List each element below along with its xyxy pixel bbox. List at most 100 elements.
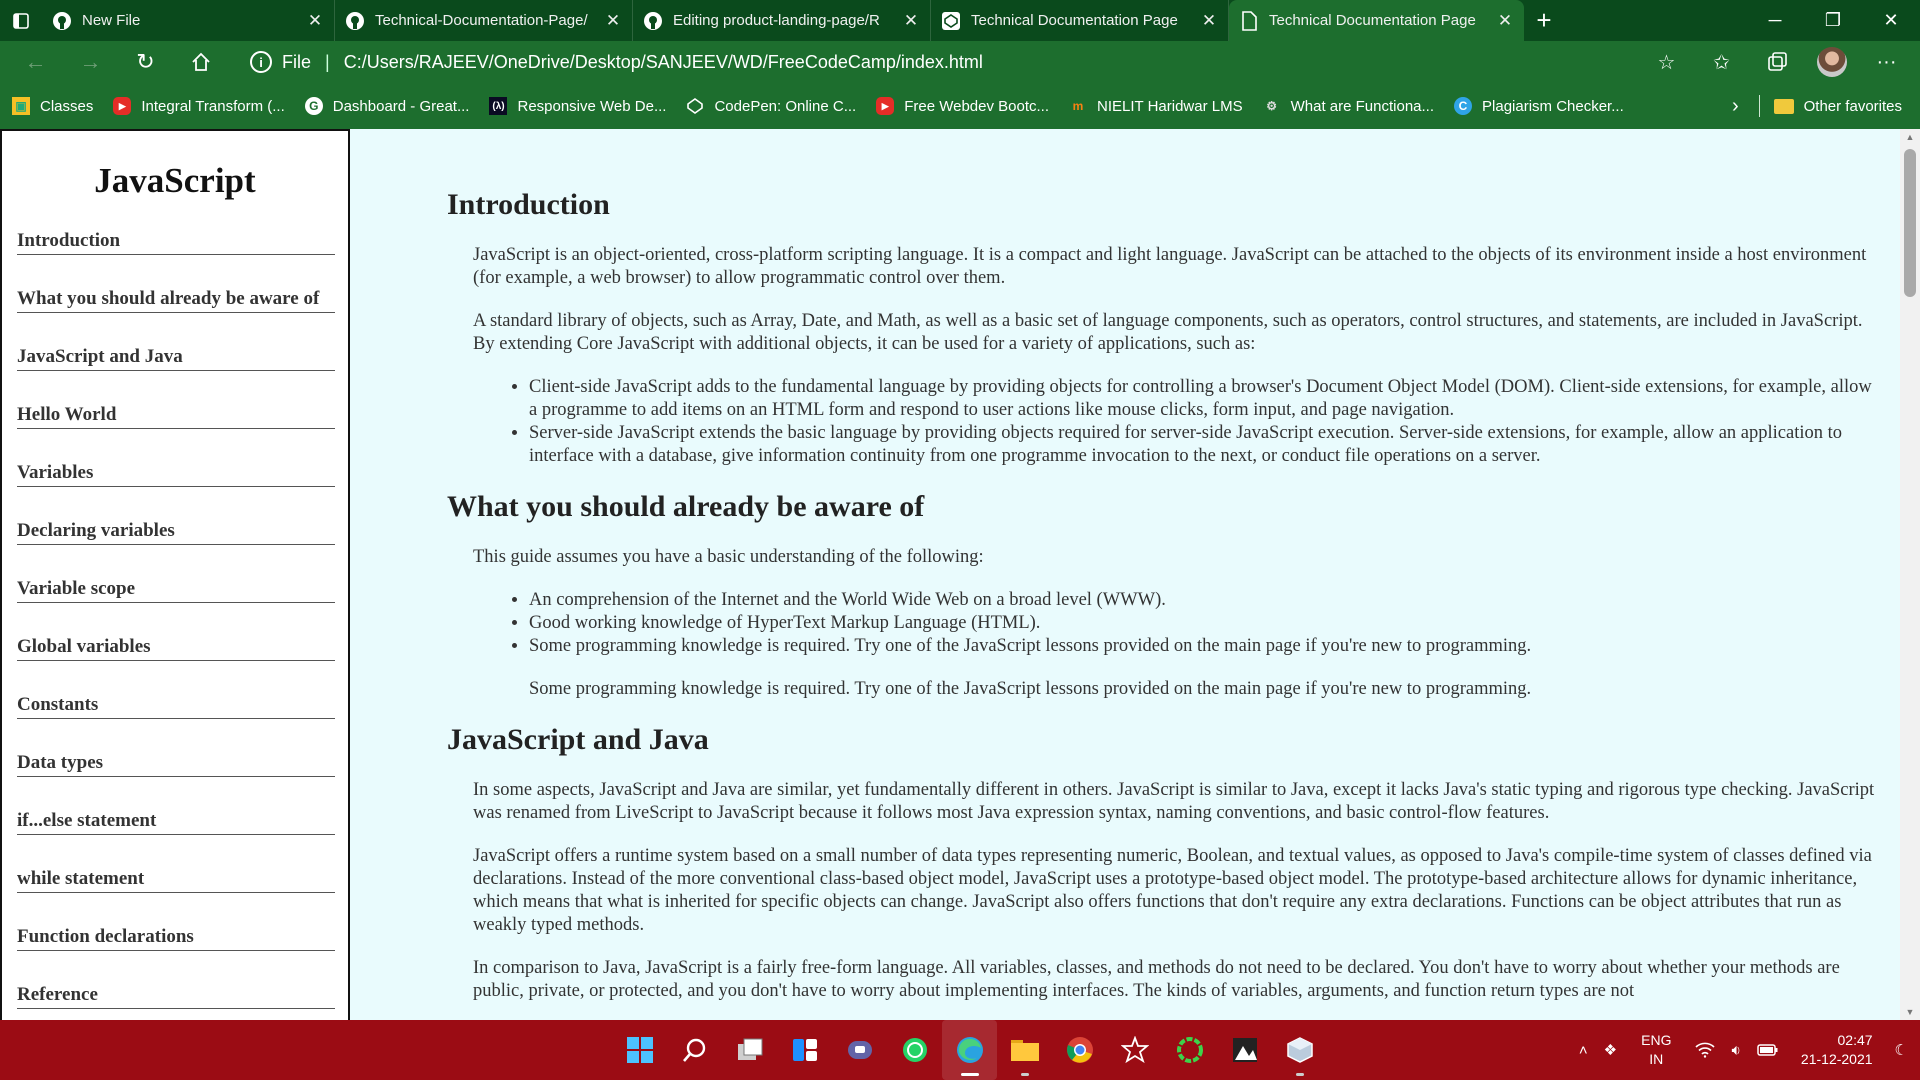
clock[interactable]: 02:47 21-12-2021 (1801, 1031, 1873, 1069)
teams-chat-button[interactable] (832, 1020, 887, 1080)
file-icon (1239, 10, 1259, 31)
home-button[interactable] (173, 41, 228, 83)
toolbar-right: ☆ ✩ ··· (1639, 41, 1920, 83)
favorite-item[interactable]: ▶ Free Webdev Bootc... (876, 97, 1049, 115)
task-view-button[interactable] (722, 1020, 777, 1080)
close-window-button[interactable]: ✕ (1862, 0, 1920, 41)
list-item: An comprehension of the Internet and the… (529, 589, 1877, 612)
search-button[interactable] (667, 1020, 722, 1080)
language-indicator[interactable]: ENG IN (1641, 1031, 1671, 1069)
forward-button[interactable]: → (63, 41, 118, 83)
photo-app-button[interactable] (1217, 1020, 1272, 1080)
nav-link-data-types[interactable]: Data types (17, 719, 335, 777)
circle-app-button[interactable] (1162, 1020, 1217, 1080)
chrome-button[interactable] (1052, 1020, 1107, 1080)
close-icon[interactable]: ✕ (1496, 11, 1514, 31)
virtualbox-button[interactable] (1272, 1020, 1327, 1080)
url-text[interactable]: C:/Users/RAJEEV/OneDrive/Desktop/SANJEEV… (344, 52, 983, 73)
favorite-item[interactable]: CodePen: Online C... (686, 97, 856, 115)
chevron-right-icon[interactable]: › (1732, 95, 1739, 118)
youtube-icon: ▶ (876, 97, 895, 115)
new-tab-button[interactable]: + (1524, 0, 1564, 41)
nav-link-label: Variable scope (17, 578, 136, 599)
paragraph: JavaScript is an object-oriented, cross-… (473, 245, 1867, 288)
paragraph: A standard library of objects, such as A… (473, 311, 1863, 354)
settings-menu-button[interactable]: ··· (1859, 41, 1914, 83)
whatsapp-button[interactable] (887, 1020, 942, 1080)
favorite-label: Responsive Web De... (517, 97, 667, 115)
focus-assist-icon[interactable]: ☾ (1895, 1041, 1908, 1059)
info-icon[interactable]: i (250, 51, 272, 73)
nav-link-if-else-statement[interactable]: if...else statement (17, 777, 335, 835)
volume-icon[interactable]: 🔉︎ (1731, 1042, 1740, 1059)
restore-button[interactable]: ❐ (1804, 0, 1862, 41)
chevron-up-icon[interactable]: ˄ (1579, 1042, 1588, 1059)
favorite-label: NIELIT Haridwar LMS (1097, 97, 1243, 115)
close-icon[interactable]: ✕ (306, 11, 324, 31)
collections-button[interactable] (1749, 41, 1804, 83)
scroll-up-icon[interactable]: ▲ (1900, 129, 1920, 145)
tab-editing-product-landing[interactable]: Editing product-landing-page/R ✕ (633, 0, 931, 41)
edge-button[interactable] (942, 1020, 997, 1080)
sidebar-nav: JavaScript Introduction What you should … (0, 129, 350, 1020)
app-button[interactable] (1107, 1020, 1162, 1080)
address-field[interactable]: i File | C:/Users/RAJEEV/OneDrive/Deskto… (250, 46, 1639, 78)
nav-link-variables[interactable]: Variables (17, 429, 335, 487)
close-icon[interactable]: ✕ (902, 11, 920, 31)
edge-icon (956, 1037, 983, 1063)
close-icon[interactable]: ✕ (604, 11, 622, 31)
tab-technical-documentation-active[interactable]: Technical Documentation Page ✕ (1229, 0, 1524, 41)
profile-button[interactable] (1804, 41, 1859, 83)
nav-link-declaring-variables[interactable]: Declaring variables (17, 487, 335, 545)
nav-link-reference[interactable]: Reference (17, 951, 335, 1009)
battery-icon[interactable] (1757, 1043, 1779, 1057)
dropbox-icon[interactable]: ❖ (1604, 1041, 1617, 1059)
nav-link-variable-scope[interactable]: Variable scope (17, 545, 335, 603)
nav-link-javascript-and-java[interactable]: JavaScript and Java (17, 313, 335, 371)
vertical-scrollbar[interactable]: ▲ ▼ (1900, 129, 1920, 1020)
favorite-item[interactable]: G Dashboard - Great... (304, 97, 470, 115)
favorite-item[interactable]: (λ) Responsive Web De... (489, 97, 666, 115)
nav-link-introduction[interactable]: Introduction (17, 221, 335, 255)
tab-new-file[interactable]: New File ✕ (42, 0, 335, 41)
back-button[interactable]: ← (8, 41, 63, 83)
tab-title: Technical-Documentation-Page/ (375, 12, 588, 29)
paragraph: This guide assumes you have a basic unde… (473, 547, 984, 567)
add-favorite-button[interactable]: ☆ (1639, 41, 1694, 83)
nav-link-while-statement[interactable]: while statement (17, 835, 335, 893)
file-explorer-button[interactable] (997, 1020, 1052, 1080)
refresh-button[interactable]: ↻ (118, 41, 173, 83)
scrollbar-thumb[interactable] (1904, 149, 1916, 297)
tab-technical-documentation-codepen[interactable]: Technical Documentation Page ✕ (931, 0, 1229, 41)
nav-link-what-you-should-know[interactable]: What you should already be aware of (17, 255, 335, 313)
other-favorites-button[interactable]: Other favorites (1773, 98, 1902, 115)
nav-link-constants[interactable]: Constants (17, 661, 335, 719)
list-item: Good working knowledge of HyperText Mark… (529, 612, 1877, 635)
wifi-icon[interactable] (1695, 1042, 1716, 1058)
nav-link-function-declarations[interactable]: Function declarations (17, 893, 335, 951)
favorite-item[interactable]: C Plagiarism Checker... (1454, 97, 1624, 115)
favorite-label: Dashboard - Great... (332, 97, 470, 115)
tab-technical-documentation-github[interactable]: Technical-Documentation-Page/ ✕ (335, 0, 633, 41)
favorite-item[interactable]: ⚙ What are Functiona... (1263, 97, 1434, 115)
nav-link-label: Hello World (17, 404, 117, 425)
widgets-button[interactable] (777, 1020, 832, 1080)
whatsapp-icon (902, 1038, 927, 1062)
folder-icon (1773, 98, 1794, 114)
start-button[interactable] (612, 1020, 667, 1080)
minimize-button[interactable]: ─ (1746, 0, 1804, 41)
site-icon: ⚙ (1266, 99, 1277, 113)
nav-link-hello-world[interactable]: Hello World (17, 371, 335, 429)
active-indicator (960, 1073, 979, 1076)
codepen-icon (686, 97, 704, 115)
nav-link-global-variables[interactable]: Global variables (17, 603, 335, 661)
nav-link-label: Declaring variables (17, 520, 175, 541)
favorites-button[interactable]: ✩ (1694, 41, 1749, 83)
scroll-down-icon[interactable]: ▼ (1900, 1004, 1920, 1020)
close-icon[interactable]: ✕ (1200, 11, 1218, 31)
favorite-item[interactable]: ▶ Integral Transform (... (113, 97, 285, 115)
favorite-item[interactable]: m NIELIT Haridwar LMS (1069, 97, 1243, 115)
favorite-item[interactable]: ▣ Classes (12, 97, 93, 115)
favorite-label: Free Webdev Bootc... (904, 97, 1049, 115)
tab-actions-button[interactable] (0, 0, 42, 41)
